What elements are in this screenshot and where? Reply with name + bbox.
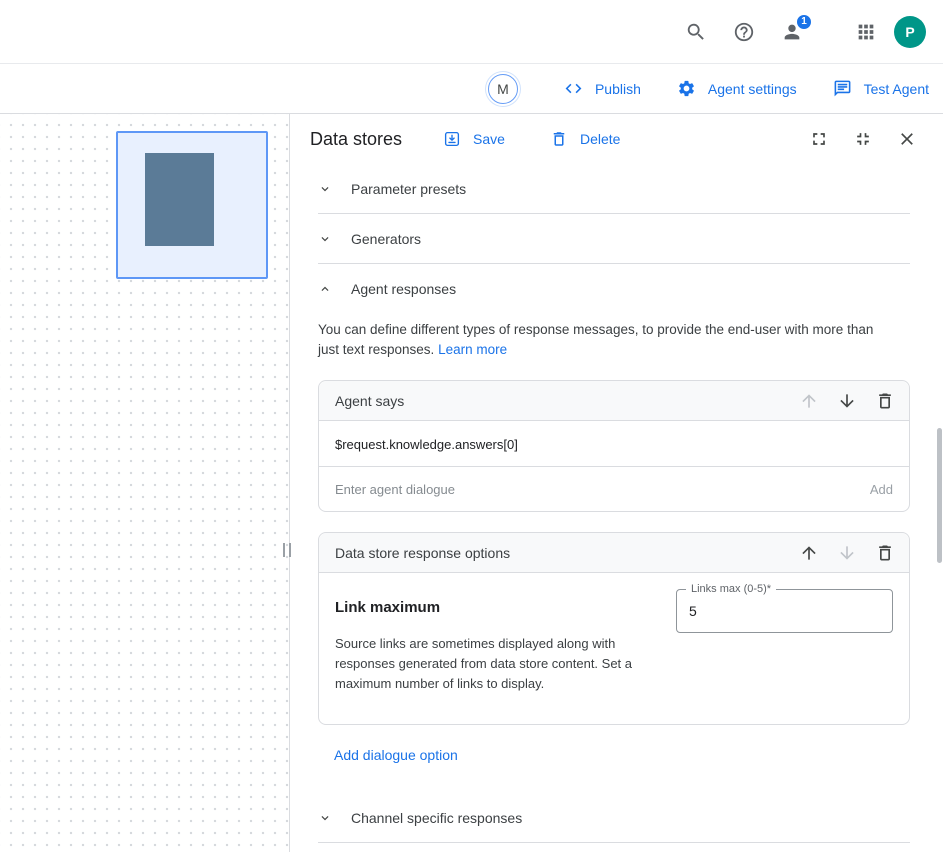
agent-responses-description: You can define different types of respon…: [318, 320, 890, 360]
help-icon[interactable]: [732, 20, 756, 44]
fullscreen-icon[interactable]: [807, 127, 831, 151]
learn-more-link[interactable]: Learn more: [438, 342, 507, 357]
links-max-field-label: Links max (0-5)*: [686, 583, 776, 595]
section-label: Generators: [351, 231, 421, 247]
scrollbar-thumb[interactable]: [937, 428, 942, 563]
workspace: Data stores Save Delete: [0, 114, 943, 852]
trash-icon[interactable]: [873, 541, 897, 565]
exit-fullscreen-icon[interactable]: [851, 127, 875, 151]
card-title: Agent says: [335, 393, 404, 409]
agent-says-card: Agent says $: [318, 380, 910, 512]
chevron-down-icon: [318, 232, 332, 246]
search-icon[interactable]: [684, 20, 708, 44]
flow-canvas[interactable]: [0, 114, 289, 852]
trash-icon[interactable]: [873, 389, 897, 413]
link-maximum-description: Source links are sometimes displayed alo…: [335, 634, 670, 694]
data-store-card-header: Data store response options: [319, 533, 909, 573]
links-max-input[interactable]: [677, 590, 892, 632]
code-icon: [562, 77, 586, 101]
account-avatar[interactable]: P: [894, 16, 926, 48]
move-down-icon[interactable]: [835, 389, 859, 413]
chevron-down-icon: [318, 182, 332, 196]
data-store-card-content: Link maximum Source links are sometimes …: [319, 573, 909, 724]
panel-body: Parameter presets Generators Agent respo…: [290, 164, 943, 852]
card-title: Data store response options: [335, 545, 510, 561]
agent-says-card-header: Agent says: [319, 381, 909, 421]
data-stores-panel: Data stores Save Delete: [289, 114, 943, 852]
link-maximum-block: Link maximum Source links are sometimes …: [335, 587, 670, 694]
add-button[interactable]: Add: [870, 482, 893, 497]
chat-icon: [831, 77, 855, 101]
description-text: You can define different types of respon…: [318, 322, 873, 357]
test-agent-button[interactable]: Test Agent: [831, 77, 929, 101]
link-maximum-title: Link maximum: [335, 599, 670, 616]
section-channel-specific-responses[interactable]: Channel specific responses: [318, 793, 910, 843]
links-max-field: Links max (0-5)*: [676, 589, 893, 633]
agent-settings-button[interactable]: Agent settings: [675, 77, 797, 101]
agent-dialogue-value[interactable]: $request.knowledge.answers[0]: [319, 421, 909, 467]
card-actions: [797, 389, 897, 413]
agent-dialogue-input[interactable]: [335, 482, 858, 497]
save-label: Save: [473, 131, 505, 147]
notifications-person-icon[interactable]: 1: [780, 20, 804, 44]
agent-dialogue-input-row: Add: [319, 467, 909, 511]
test-agent-label: Test Agent: [864, 81, 929, 97]
save-button[interactable]: Save: [440, 127, 505, 151]
trash-icon: [547, 127, 571, 151]
flow-version-avatar[interactable]: M: [488, 74, 518, 104]
delete-button[interactable]: Delete: [547, 127, 620, 151]
section-parameter-presets[interactable]: Parameter presets: [318, 164, 910, 214]
card-actions: [797, 541, 897, 565]
section-label: Channel specific responses: [351, 810, 522, 826]
publish-label: Publish: [595, 81, 641, 97]
chevron-up-icon: [318, 282, 332, 296]
move-up-icon[interactable]: [797, 541, 821, 565]
page-title: Data stores: [310, 129, 402, 150]
data-store-options-card: Data store response options: [318, 532, 910, 725]
publish-button[interactable]: Publish: [562, 77, 641, 101]
section-label: Agent responses: [351, 281, 456, 297]
panel-resize-handle[interactable]: [283, 543, 291, 557]
section-label: Parameter presets: [351, 181, 466, 197]
flow-node-body: [145, 153, 214, 246]
move-down-icon: [835, 541, 859, 565]
save-icon: [440, 127, 464, 151]
window-controls: [807, 127, 919, 151]
gear-icon: [675, 77, 699, 101]
panel-header: Data stores Save Delete: [290, 114, 943, 164]
agent-toolbar: M Publish Agent settings Test Agent: [0, 64, 943, 114]
top-bar: 1 P: [0, 0, 943, 64]
notification-badge: 1: [796, 14, 812, 30]
close-icon[interactable]: [895, 127, 919, 151]
add-dialogue-option-button[interactable]: Add dialogue option: [334, 747, 458, 763]
app-window: 1 P M Publish Agent settings Test Agent: [0, 0, 943, 852]
move-up-icon: [797, 389, 821, 413]
section-generators[interactable]: Generators: [318, 214, 910, 264]
apps-grid-icon[interactable]: [854, 20, 878, 44]
agent-settings-label: Agent settings: [708, 81, 797, 97]
chevron-down-icon: [318, 811, 332, 825]
delete-label: Delete: [580, 131, 620, 147]
section-agent-responses[interactable]: Agent responses: [318, 264, 910, 314]
flow-node-selected[interactable]: [116, 131, 268, 279]
